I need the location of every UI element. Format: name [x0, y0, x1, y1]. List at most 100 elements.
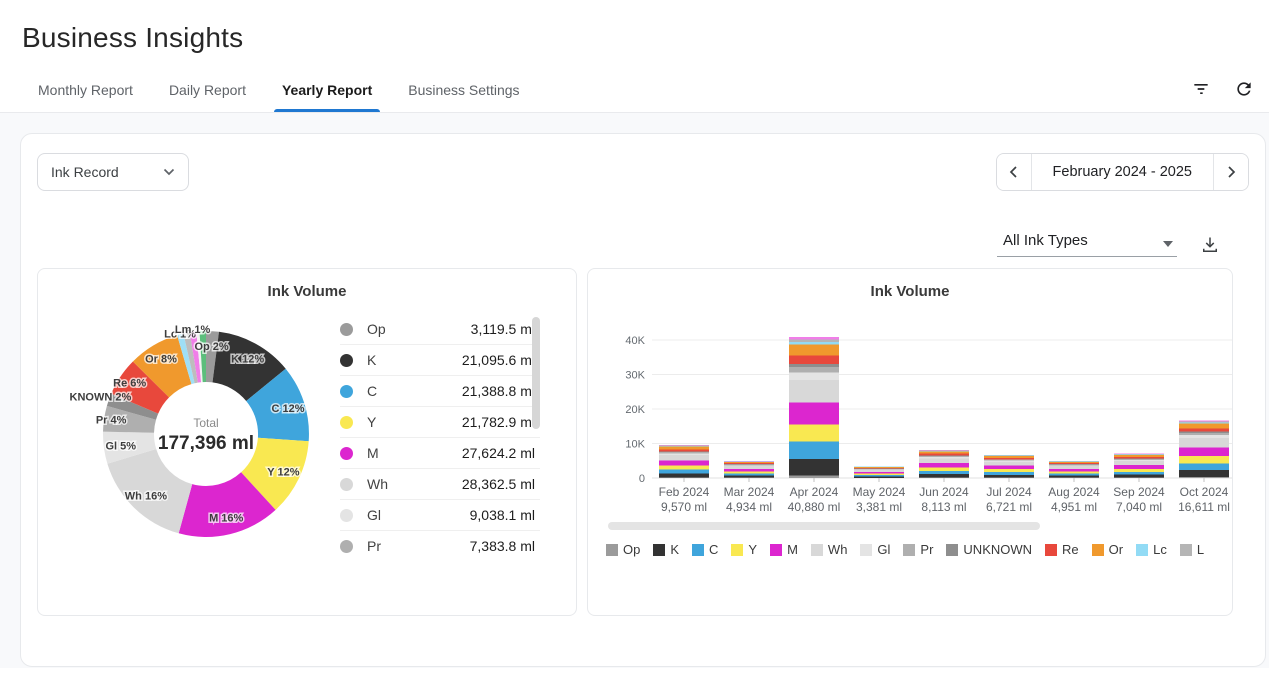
- legend-item-or[interactable]: Or: [1092, 542, 1123, 557]
- report-panel: Ink Record February 2024 - 2025 All Ink …: [20, 133, 1266, 667]
- series-color-dot: [340, 509, 353, 522]
- series-color-dot: [340, 323, 353, 336]
- svg-text:4,951 ml: 4,951 ml: [1051, 500, 1097, 514]
- svg-text:10K: 10K: [625, 439, 645, 451]
- list-item: M 27,624.2 ml: [340, 438, 540, 469]
- svg-text:KNOWN 2%: KNOWN 2%: [70, 392, 132, 404]
- record-type-select[interactable]: Ink Record: [37, 153, 189, 191]
- chevron-down-icon: [163, 168, 175, 176]
- legend-color-swatch: [692, 544, 704, 556]
- svg-text:K 12%: K 12%: [231, 354, 264, 366]
- ink-type-select[interactable]: All Ink Types: [997, 232, 1177, 257]
- svg-text:40,880 ml: 40,880 ml: [788, 500, 841, 514]
- svg-text:6,721 ml: 6,721 ml: [986, 500, 1032, 514]
- series-value: 7,383.8 ml: [470, 538, 540, 554]
- page-header: Business Insights: [0, 0, 1269, 54]
- legend-item-re[interactable]: Re: [1045, 542, 1079, 557]
- vertical-scrollbar[interactable]: [532, 317, 540, 429]
- svg-text:30K: 30K: [625, 370, 645, 382]
- legend-item-m[interactable]: M: [770, 542, 798, 557]
- legend-color-swatch: [860, 544, 872, 556]
- page-title: Business Insights: [22, 22, 1269, 54]
- svg-text:3,381 ml: 3,381 ml: [856, 500, 902, 514]
- donut-chart[interactable]: Op 2%K 12%C 12%Y 12%M 16%Wh 16%Gl 5%Pr 4…: [100, 322, 312, 546]
- series-label: Pr: [367, 538, 381, 554]
- refresh-icon[interactable]: [1233, 78, 1255, 100]
- pie-legend-list: Op 3,119.5 ml K 21,095.6 ml C 21,388.8 m…: [340, 314, 540, 554]
- svg-text:9,570 ml: 9,570 ml: [661, 500, 707, 514]
- svg-text:Wh 16%: Wh 16%: [125, 491, 167, 503]
- series-label: K: [367, 352, 376, 368]
- bar-card-title: Ink Volume: [604, 283, 1216, 300]
- legend-item-unknown[interactable]: UNKNOWN: [946, 542, 1032, 557]
- svg-text:Op 2%: Op 2%: [194, 341, 228, 353]
- svg-text:40K: 40K: [625, 335, 645, 347]
- ink-volume-bar-card: Ink Volume 010K20K30K40KFeb 20249,570 ml…: [587, 268, 1233, 616]
- series-label: Gl: [367, 507, 381, 523]
- legend-item-op[interactable]: Op: [606, 542, 640, 557]
- record-type-value: Ink Record: [51, 164, 119, 180]
- tab-daily-report[interactable]: Daily Report: [169, 72, 246, 112]
- svg-text:May 2024: May 2024: [853, 485, 906, 499]
- legend-item-pr[interactable]: Pr: [903, 542, 933, 557]
- series-color-dot: [340, 540, 353, 553]
- svg-text:Jul 2024: Jul 2024: [986, 485, 1032, 499]
- svg-text:Lm 1%: Lm 1%: [175, 324, 211, 336]
- svg-text:Feb 2024: Feb 2024: [659, 485, 710, 499]
- series-value: 28,362.5 ml: [462, 476, 540, 492]
- bar-chart[interactable]: 010K20K30K40KFeb 20249,570 mlMar 20244,9…: [604, 312, 1233, 518]
- svg-text:Total: Total: [193, 416, 218, 430]
- series-label: M: [367, 445, 379, 461]
- legend-item-l[interactable]: L: [1180, 542, 1204, 557]
- legend-color-swatch: [946, 544, 958, 556]
- content-area: Ink Record February 2024 - 2025 All Ink …: [0, 113, 1269, 668]
- legend-color-swatch: [1136, 544, 1148, 556]
- svg-text:M 16%: M 16%: [209, 513, 243, 525]
- tab-yearly-report[interactable]: Yearly Report: [282, 72, 372, 112]
- legend-color-swatch: [1045, 544, 1057, 556]
- horizontal-scrollbar[interactable]: [608, 522, 1040, 530]
- list-item: Pr 7,383.8 ml: [340, 531, 540, 554]
- next-period-button[interactable]: [1214, 154, 1248, 190]
- legend-item-lc[interactable]: Lc: [1136, 542, 1167, 557]
- ink-volume-pie-card: Ink Volume Op 2%K 12%C 12%Y 12%M 16%Wh 1…: [37, 268, 577, 616]
- tab-bar: Monthly Report Daily Report Yearly Report B…: [0, 72, 1269, 113]
- series-label: Wh: [367, 476, 388, 492]
- legend-item-gl[interactable]: Gl: [860, 542, 890, 557]
- series-color-dot: [340, 416, 353, 429]
- svg-text:Y 12%: Y 12%: [267, 466, 299, 478]
- tab-business-settings[interactable]: Business Settings: [408, 72, 519, 112]
- tab-monthly-report[interactable]: Monthly Report: [38, 72, 133, 112]
- date-range-nav: February 2024 - 2025: [996, 153, 1249, 191]
- series-label: Y: [367, 414, 376, 430]
- svg-text:Jun 2024: Jun 2024: [919, 485, 969, 499]
- list-item: Gl 9,038.1 ml: [340, 500, 540, 531]
- legend-item-y[interactable]: Y: [731, 542, 757, 557]
- filter-icon[interactable]: [1190, 78, 1212, 100]
- prev-period-button[interactable]: [997, 154, 1031, 190]
- series-value: 21,388.8 ml: [462, 383, 540, 399]
- dropdown-arrow-icon: [1163, 241, 1173, 252]
- list-item: Wh 28,362.5 ml: [340, 469, 540, 500]
- svg-text:Oct 2024: Oct 2024: [1180, 485, 1229, 499]
- ink-type-value: All Ink Types: [1003, 232, 1088, 249]
- series-value: 21,782.9 ml: [462, 414, 540, 430]
- svg-text:Or 8%: Or 8%: [145, 353, 177, 365]
- series-value: 21,095.6 ml: [462, 352, 540, 368]
- series-color-dot: [340, 385, 353, 398]
- svg-text:Re 6%: Re 6%: [113, 378, 146, 390]
- list-item: K 21,095.6 ml: [340, 345, 540, 376]
- list-item: Op 3,119.5 ml: [340, 314, 540, 345]
- series-label: Op: [367, 321, 386, 337]
- legend-item-k[interactable]: K: [653, 542, 679, 557]
- svg-text:7,040 ml: 7,040 ml: [1116, 500, 1162, 514]
- svg-text:Pr 4%: Pr 4%: [96, 415, 127, 427]
- legend-item-wh[interactable]: Wh: [811, 542, 848, 557]
- legend-item-c[interactable]: C: [692, 542, 718, 557]
- svg-text:Mar 2024: Mar 2024: [724, 485, 775, 499]
- legend-color-swatch: [770, 544, 782, 556]
- legend-color-swatch: [606, 544, 618, 556]
- download-button[interactable]: [1199, 234, 1221, 256]
- svg-text:20K: 20K: [625, 404, 645, 416]
- svg-text:Aug 2024: Aug 2024: [1048, 485, 1100, 499]
